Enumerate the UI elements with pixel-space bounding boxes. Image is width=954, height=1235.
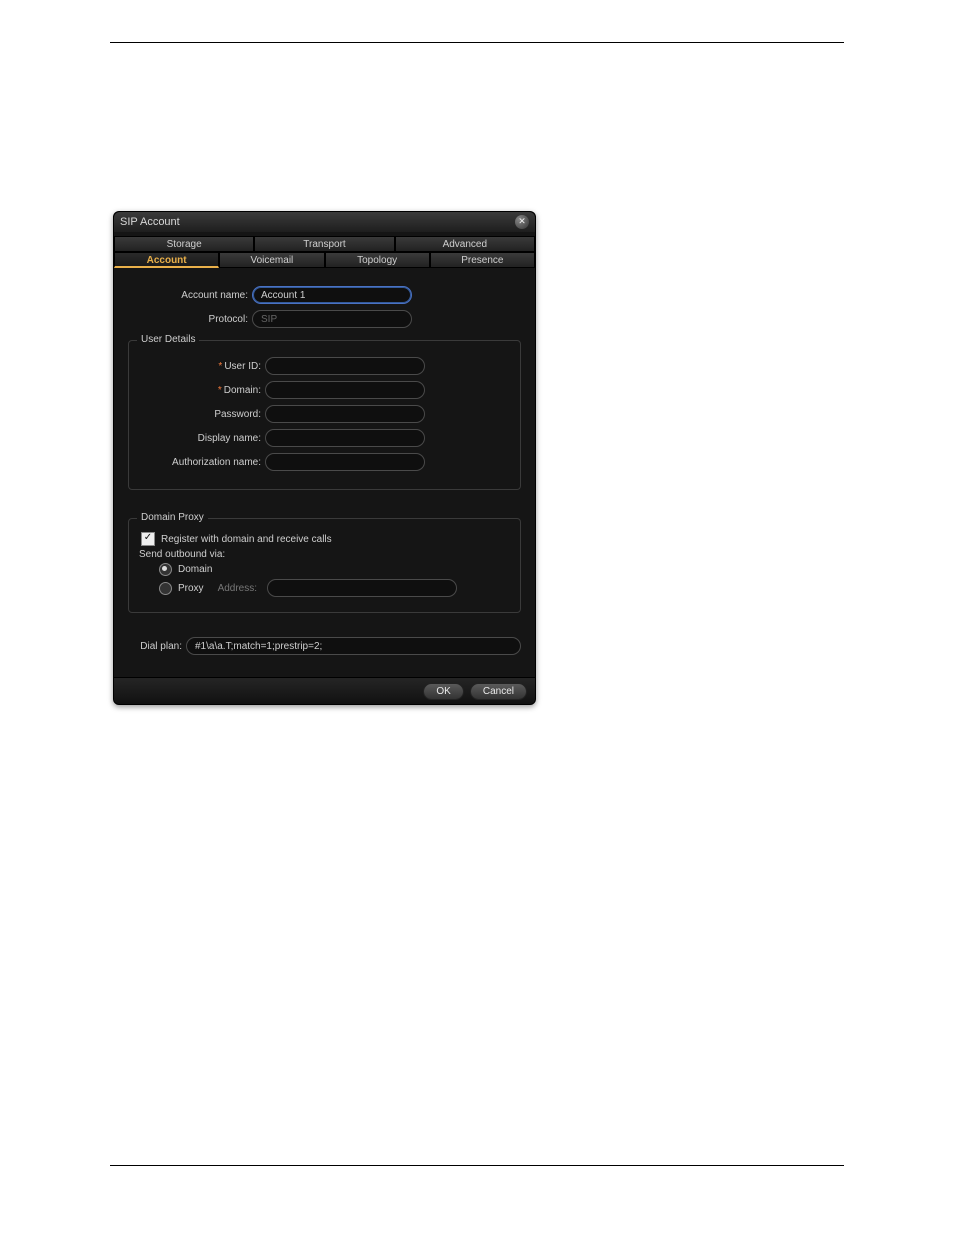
register-checkbox-label: Register with domain and receive calls [161, 534, 332, 545]
page-rule-top [110, 42, 844, 43]
legend-user-details: User Details [137, 334, 199, 345]
dialog-footer: OK Cancel [114, 677, 535, 704]
radio-domain[interactable] [159, 563, 172, 576]
label-account-name: Account name: [128, 290, 252, 301]
proxy-address-input[interactable] [267, 579, 457, 597]
tab-storage[interactable]: Storage [114, 236, 254, 252]
password-input[interactable] [265, 405, 425, 423]
tab-account[interactable]: Account [114, 252, 219, 268]
page: SIP Account ✕ Storage Transport Advanced… [0, 0, 954, 1235]
required-marker: * [218, 385, 222, 396]
row-domain: *Domain: [141, 381, 508, 399]
radio-proxy-label: Proxy [178, 583, 204, 594]
row-radio-domain[interactable]: Domain [159, 563, 508, 576]
label-display-name: Display name: [141, 433, 265, 444]
dialog-body: Account name: Protocol: User Details *Us… [114, 268, 535, 677]
tab-transport[interactable]: Transport [254, 236, 394, 252]
titlebar: SIP Account ✕ [114, 212, 535, 232]
page-rule-bottom [110, 1165, 844, 1166]
radio-proxy[interactable] [159, 582, 172, 595]
ok-button[interactable]: OK [423, 683, 463, 700]
cancel-button[interactable]: Cancel [470, 683, 527, 700]
tab-row-top: Storage Transport Advanced [114, 236, 535, 252]
label-dial-plan: Dial plan: [128, 641, 186, 652]
user-id-input[interactable] [265, 357, 425, 375]
row-protocol: Protocol: [128, 310, 521, 328]
account-name-input[interactable] [252, 286, 412, 304]
authorization-name-input[interactable] [265, 453, 425, 471]
dial-plan-input[interactable] [186, 637, 521, 655]
send-outbound-label: Send outbound via: [139, 549, 508, 560]
row-account-name: Account name: [128, 286, 521, 304]
legend-domain-proxy: Domain Proxy [137, 512, 208, 523]
tab-voicemail[interactable]: Voicemail [219, 252, 324, 268]
tab-presence[interactable]: Presence [430, 252, 535, 268]
row-authorization-name: Authorization name: [141, 453, 508, 471]
sip-account-dialog: SIP Account ✕ Storage Transport Advanced… [113, 211, 536, 705]
row-dial-plan: Dial plan: [128, 637, 521, 655]
display-name-input[interactable] [265, 429, 425, 447]
row-display-name: Display name: [141, 429, 508, 447]
row-password: Password: [141, 405, 508, 423]
label-user-id: *User ID: [141, 361, 265, 372]
fieldset-user-details: User Details *User ID: *Domain: Password… [128, 340, 521, 490]
window-title: SIP Account [120, 216, 180, 228]
row-radio-proxy[interactable]: Proxy Address: [159, 579, 508, 597]
tab-advanced[interactable]: Advanced [395, 236, 535, 252]
tab-topology[interactable]: Topology [325, 252, 430, 268]
label-authorization-name: Authorization name: [141, 457, 265, 468]
radio-domain-label: Domain [178, 564, 212, 575]
label-password: Password: [141, 409, 265, 420]
protocol-input [252, 310, 412, 328]
tab-row-bottom: Account Voicemail Topology Presence [114, 252, 535, 268]
register-checkbox[interactable]: ✓ [141, 532, 155, 546]
fieldset-domain-proxy: Domain Proxy ✓ Register with domain and … [128, 518, 521, 613]
domain-input[interactable] [265, 381, 425, 399]
close-icon[interactable]: ✕ [515, 215, 529, 229]
row-register-checkbox[interactable]: ✓ Register with domain and receive calls [141, 532, 508, 546]
row-user-id: *User ID: [141, 357, 508, 375]
required-marker: * [218, 361, 222, 372]
proxy-address-label: Address: [218, 583, 257, 594]
label-protocol: Protocol: [128, 314, 252, 325]
label-domain: *Domain: [141, 385, 265, 396]
